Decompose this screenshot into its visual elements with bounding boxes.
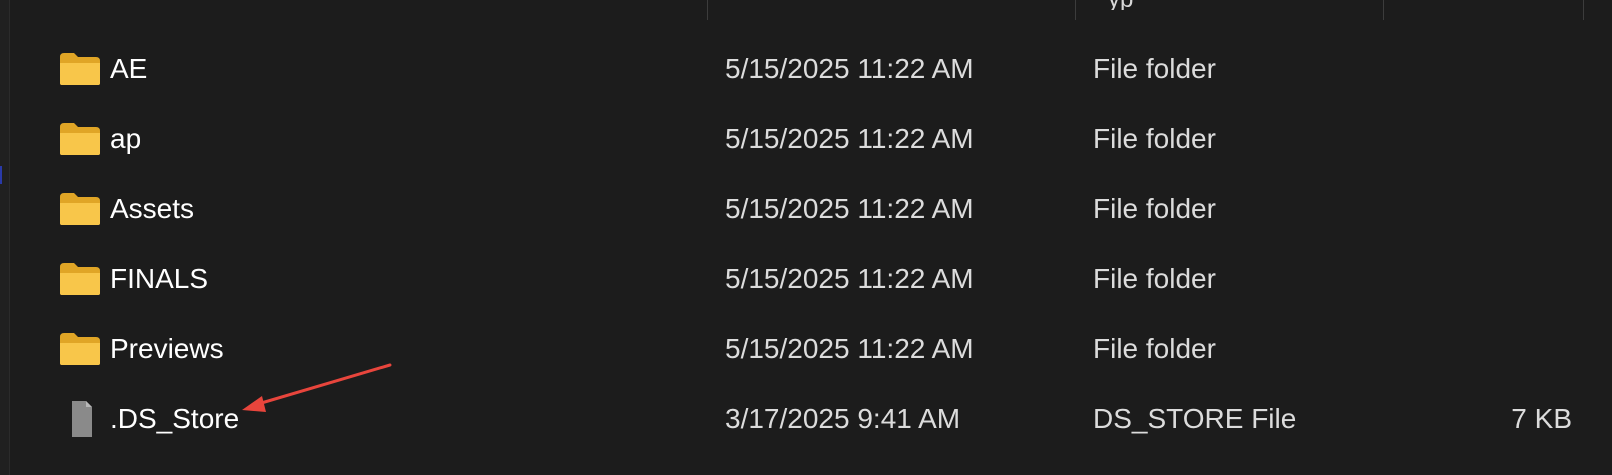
selection-indicator — [0, 166, 2, 184]
folder-icon — [58, 121, 102, 157]
file-type: File folder — [1093, 123, 1216, 154]
navigation-pane-edge — [0, 0, 10, 475]
file-name: AE — [110, 53, 148, 84]
file-name: ap — [110, 123, 142, 154]
file-row-ds-store[interactable]: .DS_Store 3/17/2025 9:41 AM DS_STORE Fil… — [10, 384, 1612, 454]
column-divider-date-type[interactable] — [1075, 0, 1076, 20]
file-date-modified: 5/15/2025 11:22 AM — [725, 53, 974, 84]
file-row-ae[interactable]: AE 5/15/2025 11:22 AM File folder — [10, 34, 1612, 104]
file-type: File folder — [1093, 263, 1216, 294]
folder-icon — [58, 191, 102, 227]
folder-icon — [58, 261, 102, 297]
file-date-modified: 5/15/2025 11:22 AM — [725, 123, 974, 154]
file-date-modified: 5/15/2025 11:22 AM — [725, 333, 974, 364]
file-date-modified: 5/15/2025 11:22 AM — [725, 193, 974, 224]
file-size: 7 KB — [1511, 403, 1572, 434]
folder-icon — [58, 51, 102, 87]
file-type: File folder — [1093, 53, 1216, 84]
column-divider-type-size[interactable] — [1383, 0, 1384, 20]
file-row-finals[interactable]: FINALS 5/15/2025 11:22 AM File folder — [10, 244, 1612, 314]
file-icon — [58, 401, 102, 437]
column-header-type[interactable]: yp — [1108, 0, 1133, 10]
file-date-modified: 3/17/2025 9:41 AM — [725, 403, 961, 434]
column-divider-name-date[interactable] — [707, 0, 708, 20]
file-row-ap[interactable]: ap 5/15/2025 11:22 AM File folder — [10, 104, 1612, 174]
column-divider-size-end[interactable] — [1583, 0, 1584, 20]
file-type: File folder — [1093, 333, 1216, 364]
file-name: FINALS — [110, 263, 209, 294]
file-name: .DS_Store — [110, 403, 240, 434]
file-type: DS_STORE File — [1093, 403, 1297, 434]
folder-icon — [58, 331, 102, 367]
file-name: Assets — [110, 193, 195, 224]
file-explorer-view: yp AE 5/15/2025 11:22 AM File folder — [0, 0, 1612, 475]
file-row-previews[interactable]: Previews 5/15/2025 11:22 AM File folder — [10, 314, 1612, 384]
file-date-modified: 5/15/2025 11:22 AM — [725, 263, 974, 294]
column-header-row: yp — [10, 0, 1612, 20]
file-type: File folder — [1093, 193, 1216, 224]
file-name: Previews — [110, 333, 224, 364]
file-row-assets[interactable]: Assets 5/15/2025 11:22 AM File folder — [10, 174, 1612, 244]
